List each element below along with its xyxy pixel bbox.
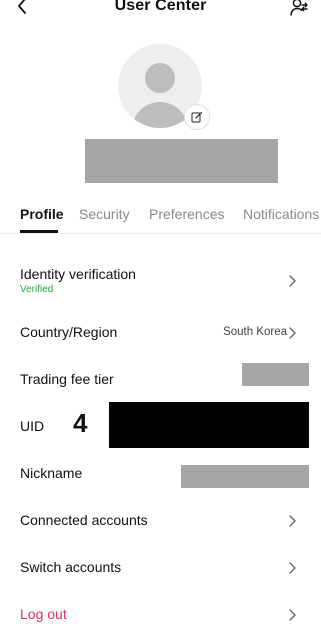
page-title: User Center bbox=[114, 0, 207, 14]
identity-verification-label: Identity verification bbox=[20, 266, 136, 282]
user-switch-icon bbox=[290, 0, 308, 16]
identity-verification-row[interactable]: Identity verification Verified bbox=[20, 258, 309, 304]
profile-tabs: Profile Security Preferences Notificatio… bbox=[0, 200, 321, 234]
uid-overlay-number: 4 bbox=[73, 408, 88, 438]
trading-fee-tier-label: Trading fee tier bbox=[20, 371, 114, 387]
uid-row: UID 4 bbox=[20, 402, 309, 448]
tab-profile[interactable]: Profile bbox=[20, 206, 64, 222]
username-redacted bbox=[85, 139, 278, 183]
connected-accounts-label: Connected accounts bbox=[20, 512, 148, 528]
edit-icon bbox=[191, 111, 203, 123]
tab-preferences[interactable]: Preferences bbox=[149, 206, 224, 222]
fee-tier-redacted bbox=[242, 363, 309, 386]
nickname-label: Nickname bbox=[20, 465, 83, 481]
nickname-row[interactable]: Nickname bbox=[20, 452, 309, 498]
verified-status: Verified bbox=[20, 284, 54, 295]
chevron-right-icon bbox=[289, 515, 296, 527]
edit-avatar-button[interactable] bbox=[184, 104, 210, 130]
country-region-value: South Korea bbox=[223, 326, 287, 338]
nickname-redacted bbox=[181, 465, 309, 488]
avatar[interactable] bbox=[118, 44, 210, 130]
country-region-row[interactable]: Country/Region South Korea bbox=[20, 310, 309, 356]
user-switch-button[interactable] bbox=[289, 0, 309, 17]
tab-security[interactable]: Security bbox=[79, 206, 130, 222]
switch-accounts-row[interactable]: Switch accounts bbox=[20, 545, 309, 591]
header: User Center bbox=[0, 0, 321, 16]
connected-accounts-row[interactable]: Connected accounts bbox=[20, 498, 309, 544]
log-out-label: Log out bbox=[20, 606, 67, 622]
chevron-right-icon bbox=[289, 275, 296, 287]
chevron-right-icon bbox=[289, 609, 296, 621]
tab-notifications[interactable]: Notifications bbox=[243, 206, 319, 222]
avatar-head bbox=[145, 63, 175, 93]
active-tab-indicator bbox=[20, 230, 58, 233]
log-out-row[interactable]: Log out bbox=[20, 592, 309, 638]
avatar-body bbox=[132, 102, 188, 128]
chevron-right-icon bbox=[289, 562, 296, 574]
uid-label: UID bbox=[20, 418, 45, 434]
chevron-right-icon bbox=[289, 327, 296, 339]
uid-redacted bbox=[109, 402, 309, 448]
trading-fee-tier-row: Trading fee tier bbox=[20, 358, 309, 404]
country-region-label: Country/Region bbox=[20, 324, 118, 340]
switch-accounts-label: Switch accounts bbox=[20, 559, 122, 575]
